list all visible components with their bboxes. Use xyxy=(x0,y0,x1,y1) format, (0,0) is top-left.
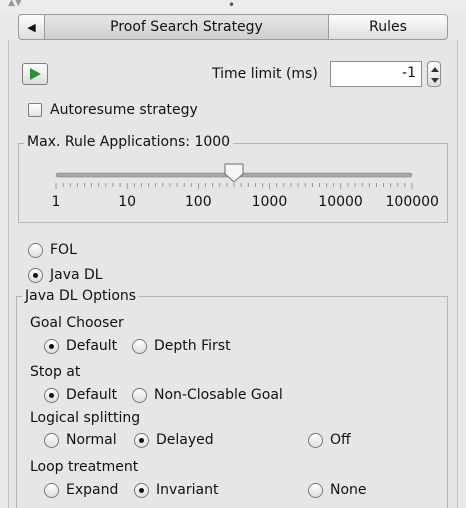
slider-tick-label: 1000 xyxy=(251,194,288,210)
tab-proof-search-strategy[interactable]: Proof Search Strategy xyxy=(45,15,329,39)
window-top-strip: ▲▼ • xyxy=(0,0,466,14)
autoresume-label: Autoresume strategy xyxy=(50,102,198,118)
slider-tick-label: 10000 xyxy=(318,194,363,210)
grip-dot-icon: • xyxy=(228,0,236,12)
slider-thumb[interactable] xyxy=(224,163,244,183)
time-limit-stepper[interactable] xyxy=(427,61,441,87)
triangle-left-icon: ◀ xyxy=(27,20,36,34)
splitting-off-label: Off xyxy=(330,432,351,448)
goal-chooser-depth-first-label: Depth First xyxy=(154,338,231,354)
goal-chooser-default-label: Default xyxy=(66,338,118,354)
splitting-off-radio[interactable] xyxy=(308,433,323,448)
loop-expand-label: Expand xyxy=(66,482,119,498)
stop-at-default-label: Default xyxy=(66,387,118,403)
java-dl-label: Java DL xyxy=(50,267,103,283)
autoresume-checkbox[interactable] xyxy=(28,103,42,117)
java-dl-options-title: Java DL Options xyxy=(22,288,140,304)
java-dl-radio[interactable] xyxy=(28,268,43,283)
loop-expand-radio[interactable] xyxy=(44,483,59,498)
splitting-normal-label: Normal xyxy=(66,432,117,448)
slider-ticks xyxy=(55,183,413,189)
splitting-delayed-radio[interactable] xyxy=(134,433,149,448)
stop-at-default-radio[interactable] xyxy=(44,388,59,403)
slider-tick-label: 100 xyxy=(184,194,212,210)
play-icon xyxy=(30,68,41,80)
loop-invariant-label: Invariant xyxy=(156,482,219,498)
tab-scroll-left-button[interactable]: ◀ xyxy=(19,15,45,39)
slider-tick-label: 1 xyxy=(51,194,61,210)
stop-at-non-closable-label: Non-Closable Goal xyxy=(154,387,283,403)
max-rule-slider[interactable] xyxy=(40,160,430,190)
tab-rules[interactable]: Rules xyxy=(329,15,447,39)
resize-arrows-icon: ▲▼ xyxy=(8,0,22,8)
stop-at-non-closable-radio[interactable] xyxy=(132,388,147,403)
time-limit-input[interactable]: -1 xyxy=(330,61,422,87)
time-limit-label: Time limit (ms) xyxy=(212,66,318,82)
slider-tick-label: 10 xyxy=(118,194,137,210)
stepper-arrows-icon xyxy=(431,67,439,83)
slider-tick-label: 100000 xyxy=(385,194,439,210)
goal-chooser-default-radio[interactable] xyxy=(44,339,59,354)
loop-treatment-label: Loop treatment xyxy=(30,459,139,475)
loop-invariant-radio[interactable] xyxy=(134,483,149,498)
goal-chooser-label: Goal Chooser xyxy=(30,315,124,331)
stop-at-label: Stop at xyxy=(30,364,81,380)
max-rule-applications-title: Max. Rule Applications: 1000 xyxy=(24,134,234,150)
fol-radio[interactable] xyxy=(28,243,43,258)
loop-none-radio[interactable] xyxy=(308,483,323,498)
splitting-normal-radio[interactable] xyxy=(44,433,59,448)
fol-label: FOL xyxy=(50,242,77,258)
loop-none-label: None xyxy=(330,482,367,498)
tab-bar: ◀ Proof Search Strategy Rules xyxy=(18,14,448,40)
goal-chooser-depth-first-radio[interactable] xyxy=(132,339,147,354)
logical-splitting-label: Logical splitting xyxy=(30,410,141,426)
splitting-delayed-label: Delayed xyxy=(156,432,214,448)
run-strategy-button[interactable] xyxy=(22,63,48,85)
